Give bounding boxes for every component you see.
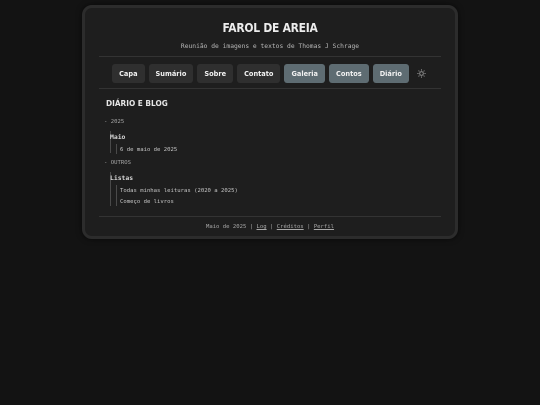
nav-button-contato[interactable]: Contato bbox=[237, 64, 281, 83]
year-text: OUTROS bbox=[110, 160, 131, 166]
nav-button-sumario[interactable]: Sumário bbox=[148, 64, 194, 83]
nav-button-capa[interactable]: Capa bbox=[112, 64, 145, 83]
header-divider bbox=[99, 56, 441, 57]
archive-entry-link[interactable]: Começo de livros bbox=[120, 199, 174, 205]
archive-year-label[interactable]: - 2025 bbox=[104, 119, 124, 125]
sun-icon[interactable] bbox=[416, 68, 428, 80]
footer-date: Maio de 2025 bbox=[205, 224, 247, 230]
nav-divider bbox=[99, 88, 441, 89]
footer-separator: | bbox=[307, 224, 311, 230]
footer-link-log[interactable]: Log bbox=[257, 224, 267, 230]
section-title: DIÁRIO E BLOG bbox=[106, 98, 168, 108]
tree-line bbox=[116, 144, 117, 154]
nav-button-contos[interactable]: Contos bbox=[329, 64, 369, 83]
nav-button-diario[interactable]: Diário bbox=[372, 64, 409, 83]
year-text: 2025 bbox=[110, 119, 125, 125]
footer-link-perfil[interactable]: Perfil bbox=[314, 224, 334, 230]
archive-year-label[interactable]: - OUTROS bbox=[104, 160, 131, 166]
nav-button-sobre[interactable]: Sobre bbox=[197, 64, 234, 83]
archive-entry-link[interactable]: Todas minhas leituras (2020 a 2025) bbox=[120, 188, 238, 194]
main-nav: Capa Sumário Sobre Contato Galeria Conto… bbox=[85, 64, 455, 83]
footer-link-creditos[interactable]: Créditos bbox=[277, 224, 304, 230]
footer: Maio de 2025 | Log | Créditos | Perfil bbox=[85, 224, 455, 230]
archive-entry-link[interactable]: 6 de maio de 2025 bbox=[120, 147, 177, 153]
site-title: FAROL DE AREIA bbox=[222, 20, 318, 35]
archive-group-label[interactable]: Maio bbox=[110, 133, 125, 141]
tree-line bbox=[116, 185, 117, 206]
tree-dash: - bbox=[104, 160, 111, 166]
footer-separator: | bbox=[249, 224, 254, 230]
nav-button-galeria[interactable]: Galeria bbox=[284, 64, 326, 83]
tree-dash: - bbox=[104, 119, 111, 125]
footer-separator: | bbox=[269, 224, 274, 230]
main-card: FAROL DE AREIA Reunião de imagens e text… bbox=[82, 5, 458, 239]
site-subtitle: Reunião de imagens e textos de Thomas J … bbox=[180, 43, 360, 50]
archive-group-label[interactable]: Listas bbox=[110, 174, 133, 182]
footer-divider bbox=[99, 216, 441, 217]
